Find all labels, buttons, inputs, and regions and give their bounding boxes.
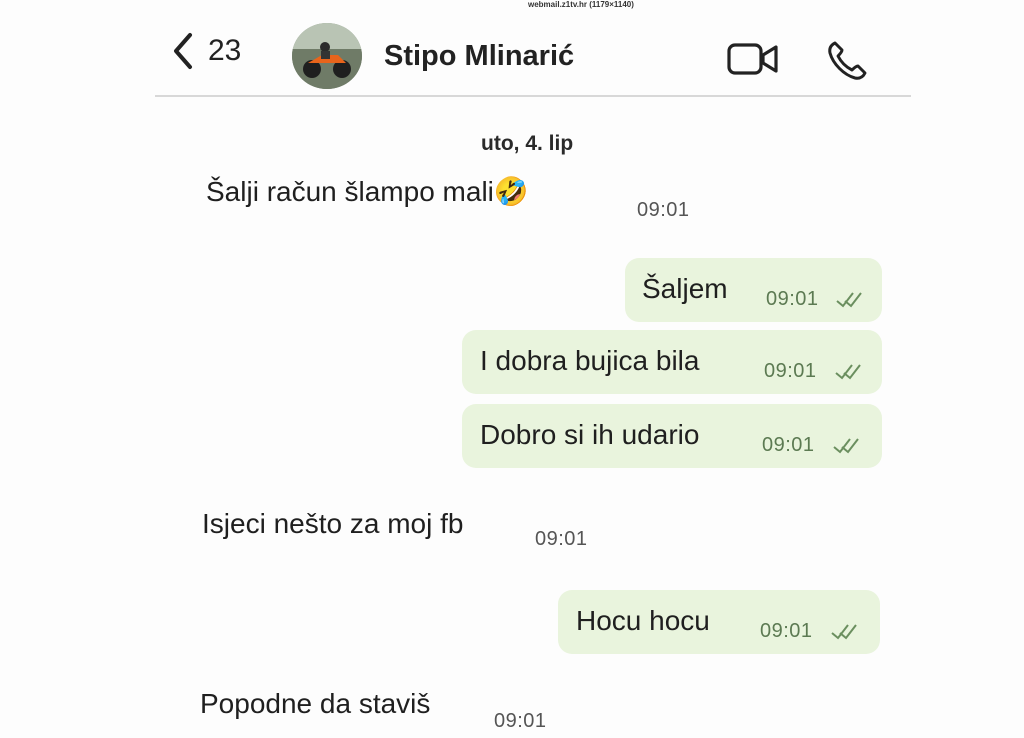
message-text: Popodne da staviš [200,688,431,719]
back-button[interactable]: 23 [172,32,241,70]
message-time: 09:01 [637,199,690,221]
message-time: 09:01 [762,434,815,456]
message-time: 09:01 [760,620,813,642]
message-text: Isjeci nešto za moj fb [202,508,464,539]
message-time: 09:01 [494,710,547,732]
unread-count: 23 [208,34,242,67]
message-time: 09:01 [764,360,817,382]
message-text: Hocu hocu [576,605,710,636]
message-outgoing[interactable]: Hocu hocu 09:01 [558,590,880,654]
message-outgoing[interactable]: Šaljem 09:01 [625,258,882,322]
message-time: 09:01 [535,528,588,550]
double-check-icon [833,438,859,454]
avatar[interactable] [292,23,362,89]
message-text: Dobro si ih udario [480,419,700,450]
phone-icon [828,41,867,80]
message-time: 09:01 [766,288,819,310]
video-camera-icon [727,43,778,75]
video-call-button[interactable] [727,42,779,76]
contact-name[interactable]: Stipo Mlinarić [384,40,574,73]
voice-call-button[interactable] [826,40,868,82]
message-text: Šalji račun šlampo mali🤣 [206,176,529,207]
double-check-icon [831,624,857,640]
double-check-icon [836,292,862,308]
print-header: webmail.z1tv.hr (1179×1140) [528,0,634,9]
date-separator: uto, 4. lip [481,132,574,155]
chat-header: 23 Stipo Mlinarić [0,18,1024,96]
chevron-left-icon [174,33,192,69]
header-divider [155,95,911,97]
message-text: I dobra bujica bila [480,345,700,376]
motorcycle-photo-icon [292,23,362,89]
message-outgoing[interactable]: Dobro si ih udario 09:01 [462,404,882,468]
message-text: Šaljem [642,273,728,304]
double-check-icon [835,364,861,380]
message-outgoing[interactable]: I dobra bujica bila 09:01 [462,330,882,394]
